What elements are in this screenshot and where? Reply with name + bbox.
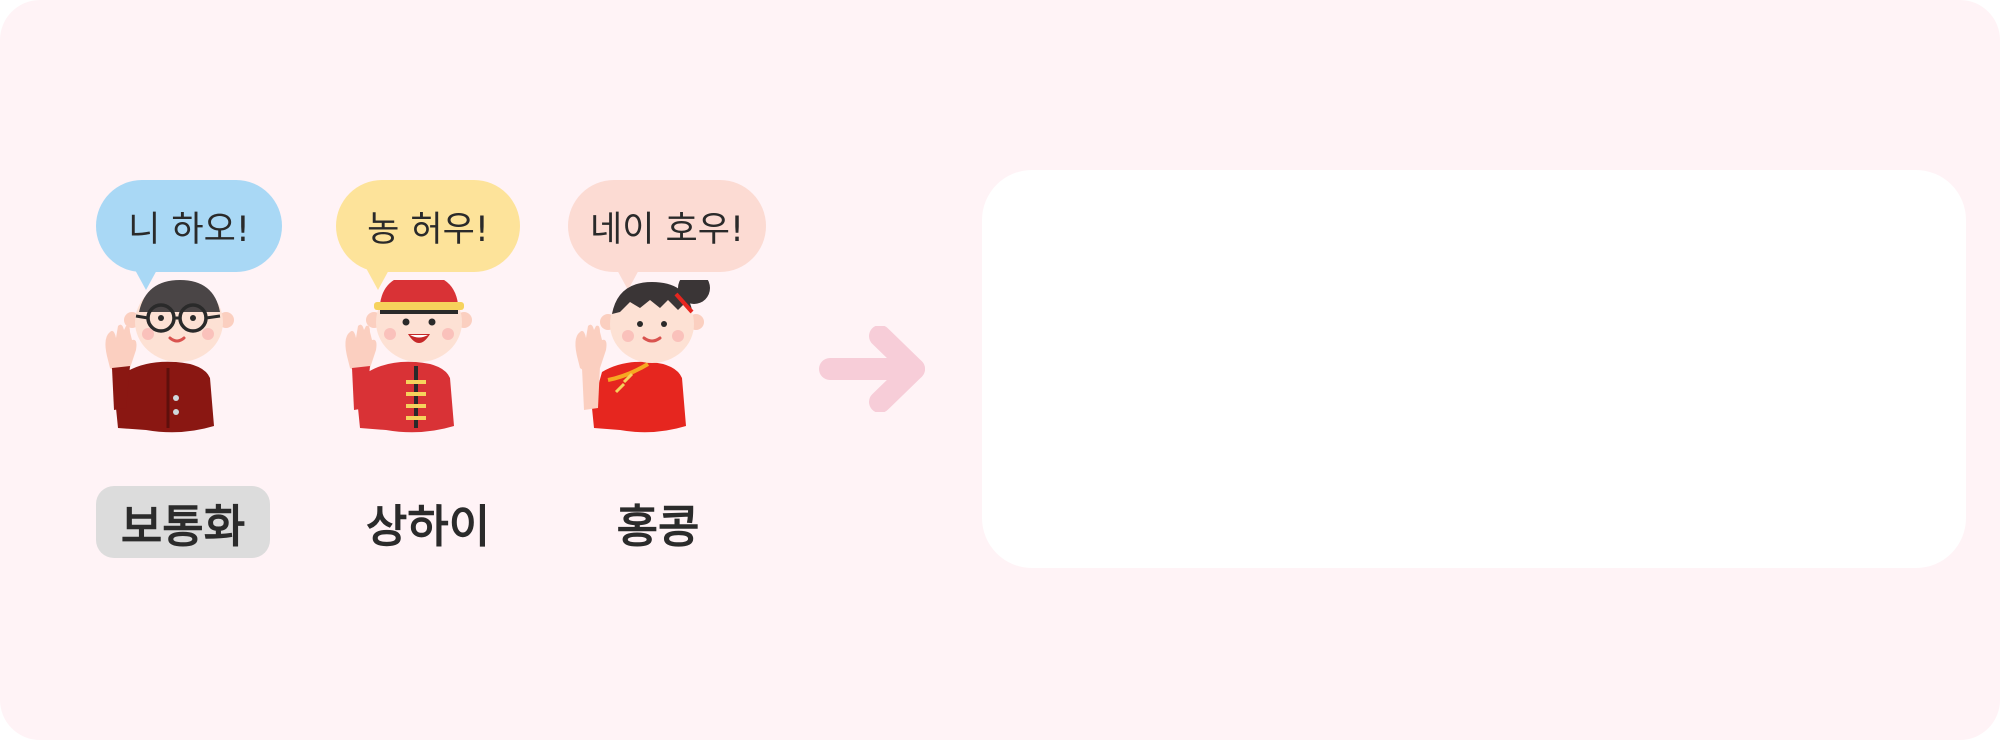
dialect-label-text: 홍콩 [616, 499, 700, 553]
greeting-text: 농 허우! [367, 209, 489, 250]
dialect-button-mandarin[interactable]: 보통화 [96, 486, 270, 558]
greeting-text: 니 하오! [128, 209, 250, 250]
mandarin-speaker-illustration [105, 280, 234, 433]
greeting-text: 네이 호우! [590, 209, 744, 250]
shanghainese-speaker-illustration [345, 280, 472, 433]
speech-bubble: 농 허우! [336, 180, 520, 272]
dialect-button-shanghainese[interactable]: 상하이 [336, 486, 520, 558]
character-mandarin[interactable]: 니 하오! 보통화 [96, 180, 316, 570]
character-shanghainese[interactable]: 농 허우! 상하이 [336, 180, 556, 570]
dialect-label-text: 보통화 [120, 499, 246, 553]
arrow-right-icon [819, 326, 925, 412]
dialect-label-text: 상하이 [365, 499, 491, 553]
dialect-panel: 니 하오! 보통화 농 허우! 상하이 네이 호우! 홍콩 [0, 0, 2000, 740]
character-cantonese[interactable]: 네이 호우! 홍콩 [568, 180, 788, 570]
cantonese-speaker-illustration [575, 280, 710, 433]
speech-bubble: 니 하오! [96, 180, 282, 272]
result-box [982, 170, 1966, 568]
dialect-button-cantonese[interactable]: 홍콩 [578, 486, 738, 558]
speech-bubble: 네이 호우! [568, 180, 766, 272]
